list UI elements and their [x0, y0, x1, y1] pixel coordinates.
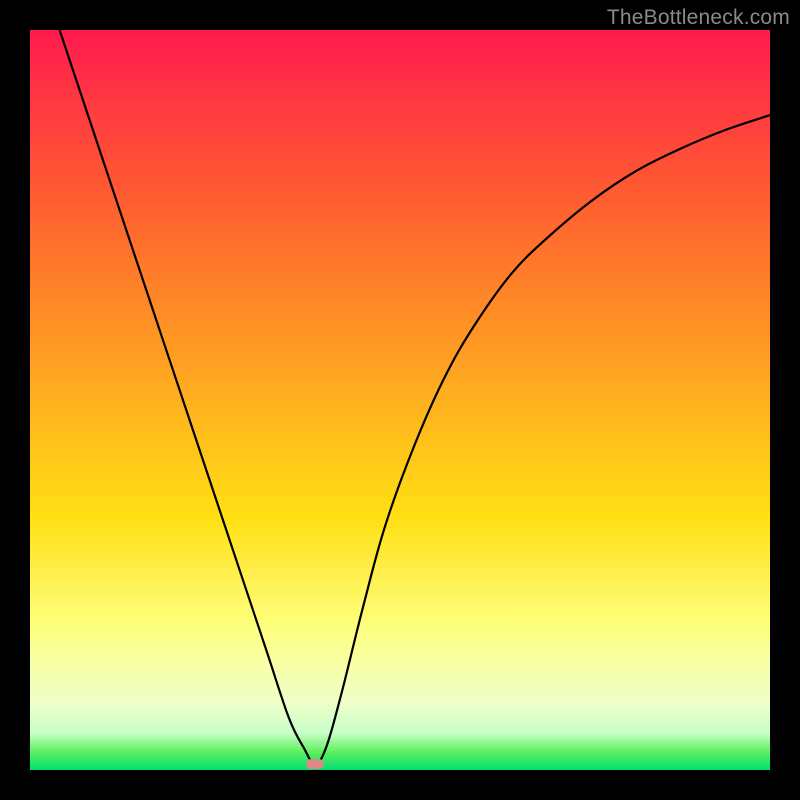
optimal-marker: [306, 759, 324, 769]
plot-area: [30, 30, 770, 770]
bottleneck-curve: [30, 30, 770, 770]
watermark-text: TheBottleneck.com: [607, 6, 790, 30]
chart-frame: TheBottleneck.com: [0, 0, 800, 800]
